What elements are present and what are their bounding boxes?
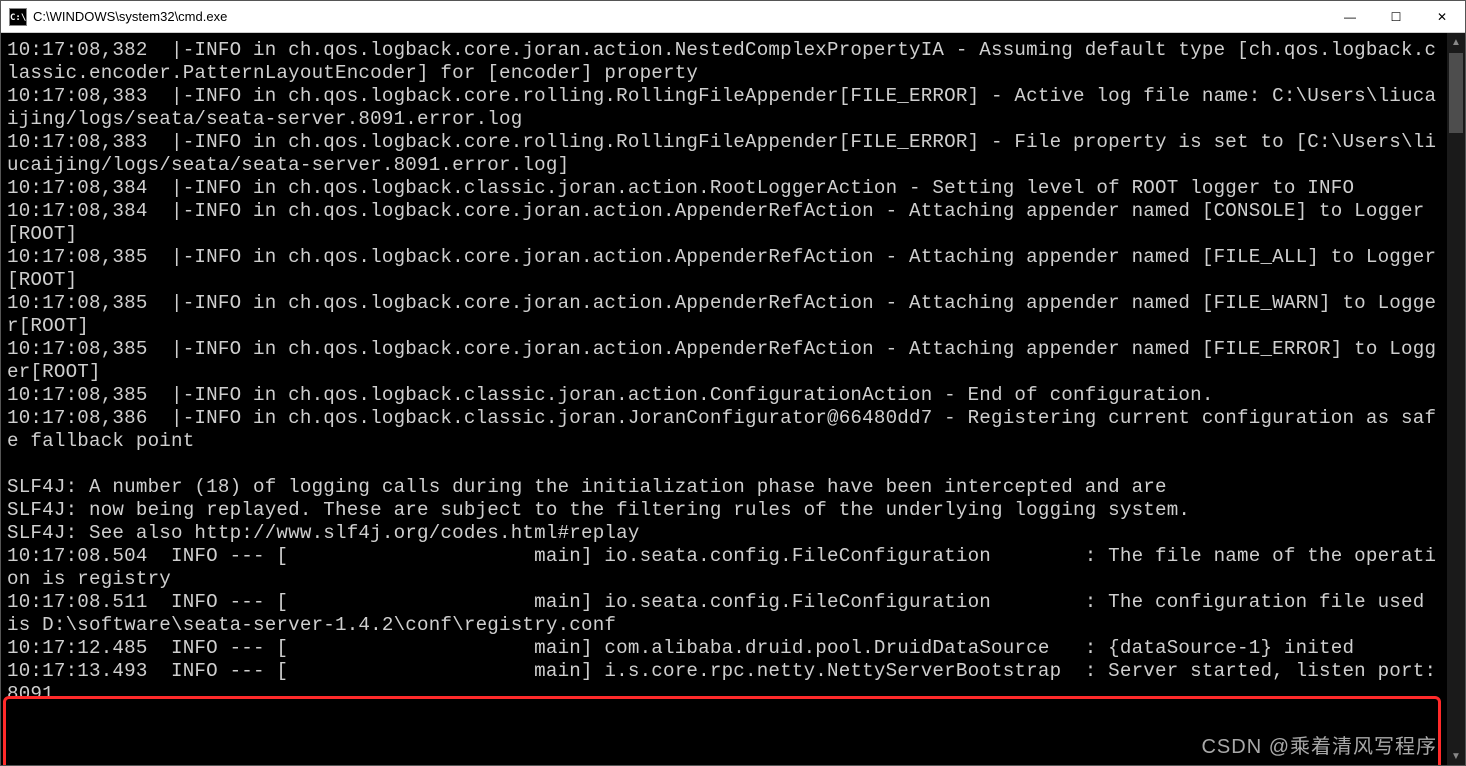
close-button[interactable]: ✕: [1419, 1, 1465, 33]
console-area[interactable]: 10:17:08,382 |-INFO in ch.qos.logback.co…: [1, 33, 1465, 765]
minimize-button[interactable]: —: [1327, 1, 1373, 33]
scroll-down-arrow-icon[interactable]: ▼: [1447, 747, 1465, 765]
vertical-scrollbar[interactable]: ▲ ▼: [1447, 33, 1465, 765]
window-title: C:\WINDOWS\system32\cmd.exe: [33, 9, 227, 24]
scroll-up-arrow-icon[interactable]: ▲: [1447, 33, 1465, 51]
titlebar[interactable]: C:\ C:\WINDOWS\system32\cmd.exe — ☐ ✕: [1, 1, 1465, 33]
maximize-button[interactable]: ☐: [1373, 1, 1419, 33]
console-output[interactable]: 10:17:08,382 |-INFO in ch.qos.logback.co…: [7, 39, 1447, 706]
cmd-window: C:\ C:\WINDOWS\system32\cmd.exe — ☐ ✕ 10…: [0, 0, 1466, 766]
cmd-icon: C:\: [9, 8, 27, 26]
scroll-thumb[interactable]: [1449, 53, 1463, 133]
console-inner[interactable]: 10:17:08,382 |-INFO in ch.qos.logback.co…: [1, 33, 1447, 765]
